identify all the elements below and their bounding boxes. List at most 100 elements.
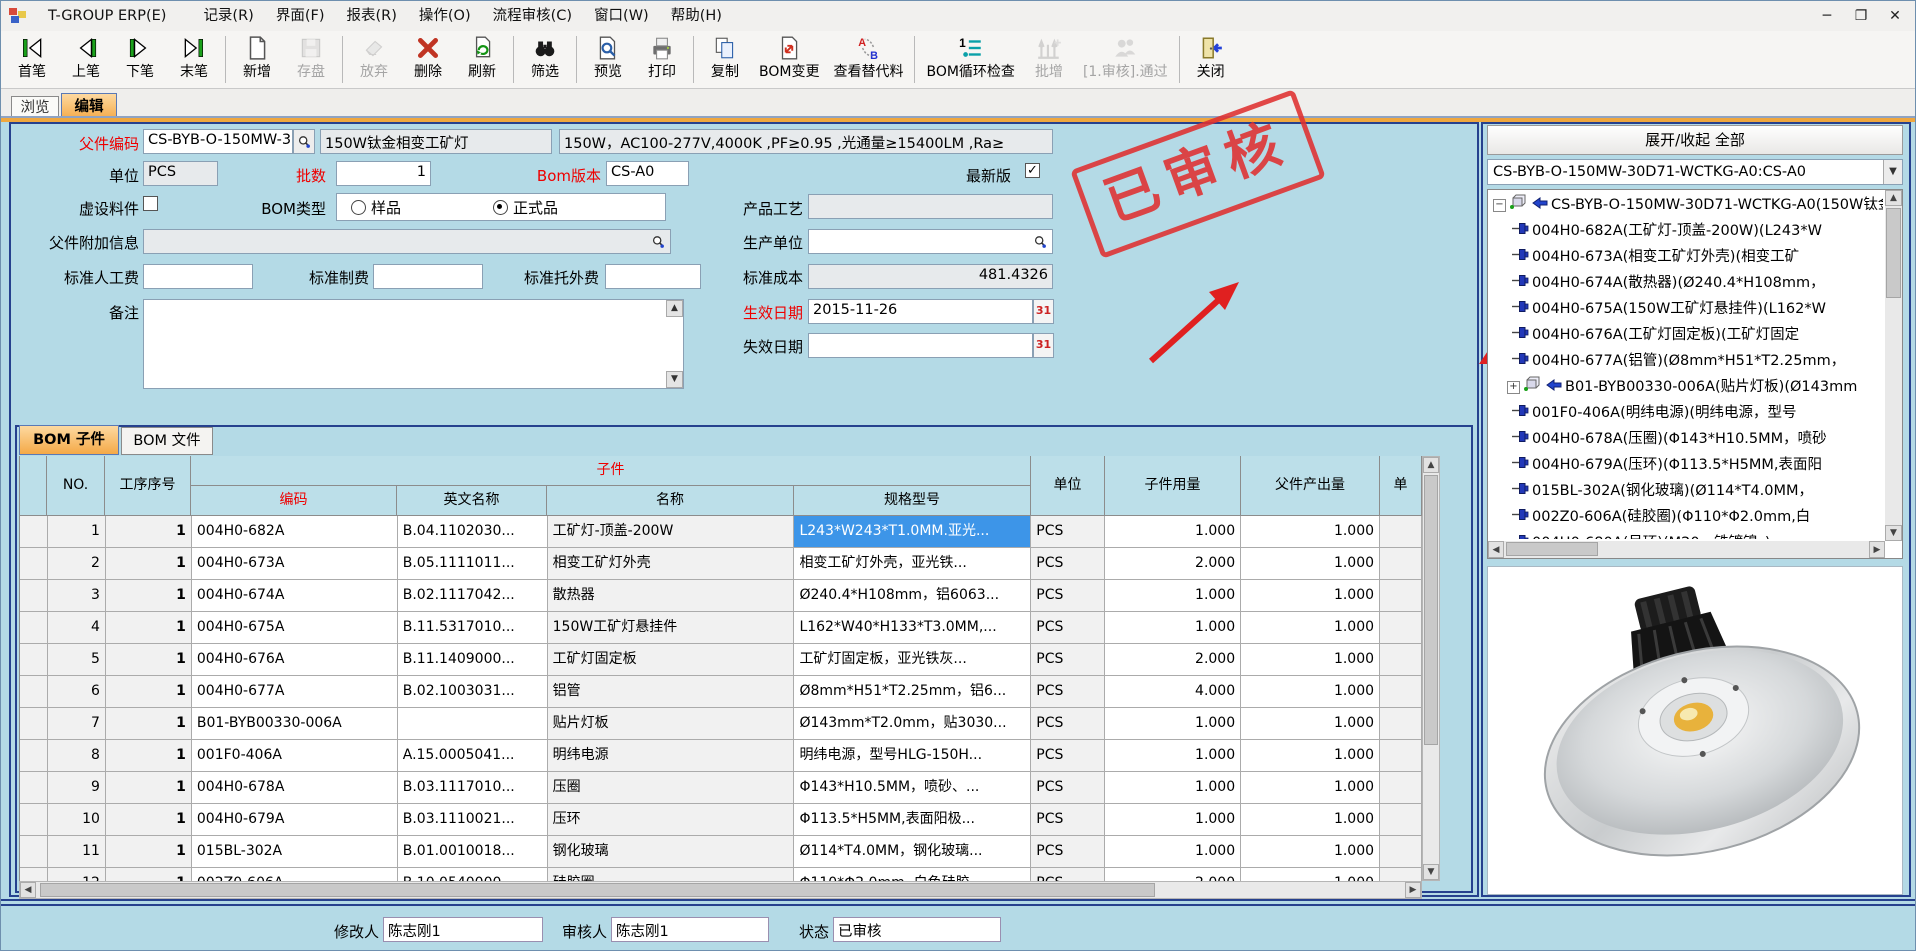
menu-item-1[interactable]: 界面(F) — [265, 1, 336, 31]
cell-unit[interactable]: PCS — [1031, 548, 1105, 580]
toolbar-button-bom-loop[interactable]: 1BOM循环检查 — [919, 31, 1021, 88]
cell-spec[interactable]: L243*W243*T1.0MM.亚光... — [794, 516, 1031, 548]
cell-qty[interactable]: 1.000 — [1105, 740, 1241, 772]
cell-code[interactable]: 004H0-676A — [192, 644, 398, 676]
menu-item-2[interactable]: 报表(R) — [335, 1, 407, 31]
scroll-right-icon[interactable]: ▶ — [1405, 882, 1421, 898]
cell-name[interactable]: 压圈 — [548, 772, 795, 804]
cell-unit[interactable]: PCS — [1031, 580, 1105, 612]
effective-date-input[interactable]: 2015-11-26 — [808, 299, 1033, 324]
expand-box-icon[interactable]: + — [1507, 381, 1520, 394]
cell-unit[interactable]: PCS — [1031, 708, 1105, 740]
cell-spec[interactable]: Ø114*T4.0MM，钢化玻璃... — [794, 836, 1031, 868]
tree-vscroll-thumb[interactable] — [1886, 208, 1901, 298]
tree-item-8[interactable]: 004H0-678A(压圈)(Φ143*H10.5MM，喷砂 — [1490, 426, 1883, 452]
scroll-up-icon[interactable]: ▲ — [1885, 190, 1902, 206]
toolbar-button-delete[interactable]: 删除 — [401, 31, 455, 88]
cell-qty[interactable]: 1.000 — [1105, 804, 1241, 836]
cell-no[interactable]: 6 — [48, 676, 106, 708]
cell-en[interactable]: B.04.1102030... — [398, 516, 548, 548]
tree-item-5[interactable]: 004H0-677A(铝管)(Ø8mm*H51*T2.25mm， — [1490, 348, 1883, 374]
cell-en[interactable]: B.03.1117010... — [398, 772, 548, 804]
tree-item-6[interactable]: +B01-BYB00330-006A(贴片灯板)(Ø143mm — [1490, 374, 1883, 400]
cell-unit[interactable]: PCS — [1031, 804, 1105, 836]
table-hscrollbar[interactable]: ◀ ▶ — [19, 881, 1422, 899]
cell-pqty[interactable]: 1.000 — [1241, 612, 1380, 644]
cell-qty[interactable]: 2.000 — [1105, 868, 1241, 881]
menu-item-6[interactable]: 帮助(H) — [660, 1, 733, 31]
tree-item-12[interactable]: 004H0-680A(吊环)(M20、铁镀镍。) — [1490, 530, 1883, 539]
cell-name[interactable]: 散热器 — [548, 580, 795, 612]
bom-version-input[interactable]: CS-A0 — [606, 161, 689, 186]
cell-name[interactable]: 铝管 — [548, 676, 795, 708]
expand-collapse-button[interactable]: 展开/收起 全部 — [1487, 125, 1903, 155]
cell-en[interactable]: B.11.5317010... — [398, 612, 548, 644]
cell-spec[interactable]: Ø143mm*T2.0mm，贴3030... — [794, 708, 1031, 740]
cell-name[interactable]: 明纬电源 — [548, 740, 795, 772]
cell-name[interactable]: 硅胶圈 — [548, 868, 795, 881]
scroll-right-icon[interactable]: ▶ — [1869, 541, 1885, 558]
cell-pqty[interactable]: 1.000 — [1241, 644, 1380, 676]
cell-code[interactable]: 004H0-679A — [192, 804, 398, 836]
cell-part[interactable] — [1380, 548, 1422, 580]
cell-no[interactable]: 8 — [48, 740, 106, 772]
cell-seq[interactable]: 1 — [106, 644, 192, 676]
collapse-box-icon[interactable]: − — [1493, 199, 1506, 212]
cell-unit[interactable]: PCS — [1031, 772, 1105, 804]
toolbar-button-copy[interactable]: 复制 — [698, 31, 752, 88]
minimize-button[interactable]: ─ — [1817, 5, 1837, 27]
scroll-down-icon[interactable]: ▼ — [1423, 864, 1439, 880]
cell-spec[interactable]: Φ113.5*H5MM,表面阳极... — [794, 804, 1031, 836]
cell-qty[interactable]: 1.000 — [1105, 772, 1241, 804]
cell-pqty[interactable]: 1.000 — [1241, 548, 1380, 580]
cell-en[interactable]: B.01.0010018... — [398, 836, 548, 868]
parent-extra-search-button[interactable] — [647, 229, 668, 254]
cell-no[interactable]: 7 — [48, 708, 106, 740]
cell-code[interactable]: 004H0-673A — [192, 548, 398, 580]
cell-unit[interactable]: PCS — [1031, 676, 1105, 708]
cell-name[interactable]: 相变工矿灯外壳 — [548, 548, 795, 580]
tree-item-11[interactable]: 002Z0-606A(硅胶圈)(Φ110*Φ2.0mm,白 — [1490, 504, 1883, 530]
cell-pqty[interactable]: 1.000 — [1241, 708, 1380, 740]
tree-vscrollbar[interactable]: ▲ ▼ — [1885, 190, 1902, 541]
std-mfg-input[interactable] — [373, 264, 483, 289]
parent-extra-field[interactable] — [143, 229, 671, 254]
cell-name[interactable]: 压环 — [548, 804, 795, 836]
cell-pqty[interactable]: 1.000 — [1241, 868, 1380, 881]
toolbar-button-bom-change[interactable]: BOM变更 — [752, 31, 826, 88]
table-vscrollbar[interactable]: ▲ ▼ — [1422, 456, 1440, 881]
tree-hscrollbar[interactable]: ◀ ▶ — [1488, 541, 1885, 558]
cell-no[interactable]: 5 — [48, 644, 106, 676]
cell-qty[interactable]: 1.000 — [1105, 580, 1241, 612]
cell-code[interactable]: 001F0-406A — [192, 740, 398, 772]
toolbar-button-filter[interactable]: 筛选 — [518, 31, 572, 88]
cell-en[interactable]: B.02.1003031... — [398, 676, 548, 708]
cell-no[interactable]: 11 — [48, 836, 106, 868]
cell-unit[interactable]: PCS — [1031, 516, 1105, 548]
scroll-up-icon[interactable]: ▲ — [1423, 457, 1439, 473]
cell-no[interactable]: 3 — [48, 580, 106, 612]
cell-spec[interactable]: 工矿灯固定板，亚光铁灰... — [794, 644, 1031, 676]
menu-item-3[interactable]: 操作(O) — [408, 1, 482, 31]
toolbar-button-next[interactable]: 下笔 — [113, 31, 167, 88]
cell-code[interactable]: 004H0-682A — [192, 516, 398, 548]
menu-item-5[interactable]: 窗口(W) — [583, 1, 660, 31]
scroll-left-icon[interactable]: ◀ — [1488, 541, 1504, 558]
cell-part[interactable] — [1380, 708, 1422, 740]
tree-item-0[interactable]: 004H0-682A(工矿灯-顶盖-200W)(L243*W — [1490, 218, 1883, 244]
scroll-up-icon[interactable]: ▲ — [666, 300, 683, 317]
cell-part[interactable] — [1380, 516, 1422, 548]
batch-input[interactable]: 1 — [336, 161, 431, 186]
cell-qty[interactable]: 2.000 — [1105, 644, 1241, 676]
cell-pqty[interactable]: 1.000 — [1241, 804, 1380, 836]
cell-en[interactable]: B.11.1409000... — [398, 644, 548, 676]
menu-item-4[interactable]: 流程审核(C) — [482, 1, 583, 31]
tree-item-1[interactable]: 004H0-673A(相变工矿灯外壳)(相变工矿 — [1490, 244, 1883, 270]
toolbar-button-last[interactable]: 末笔 — [167, 31, 221, 88]
prod-unit-input[interactable] — [808, 229, 1053, 254]
cell-part[interactable] — [1380, 868, 1422, 881]
parent-code-search-button[interactable] — [293, 129, 315, 154]
cell-seq[interactable]: 1 — [106, 804, 192, 836]
close-button[interactable]: ✕ — [1885, 5, 1905, 27]
cell-part[interactable] — [1380, 580, 1422, 612]
